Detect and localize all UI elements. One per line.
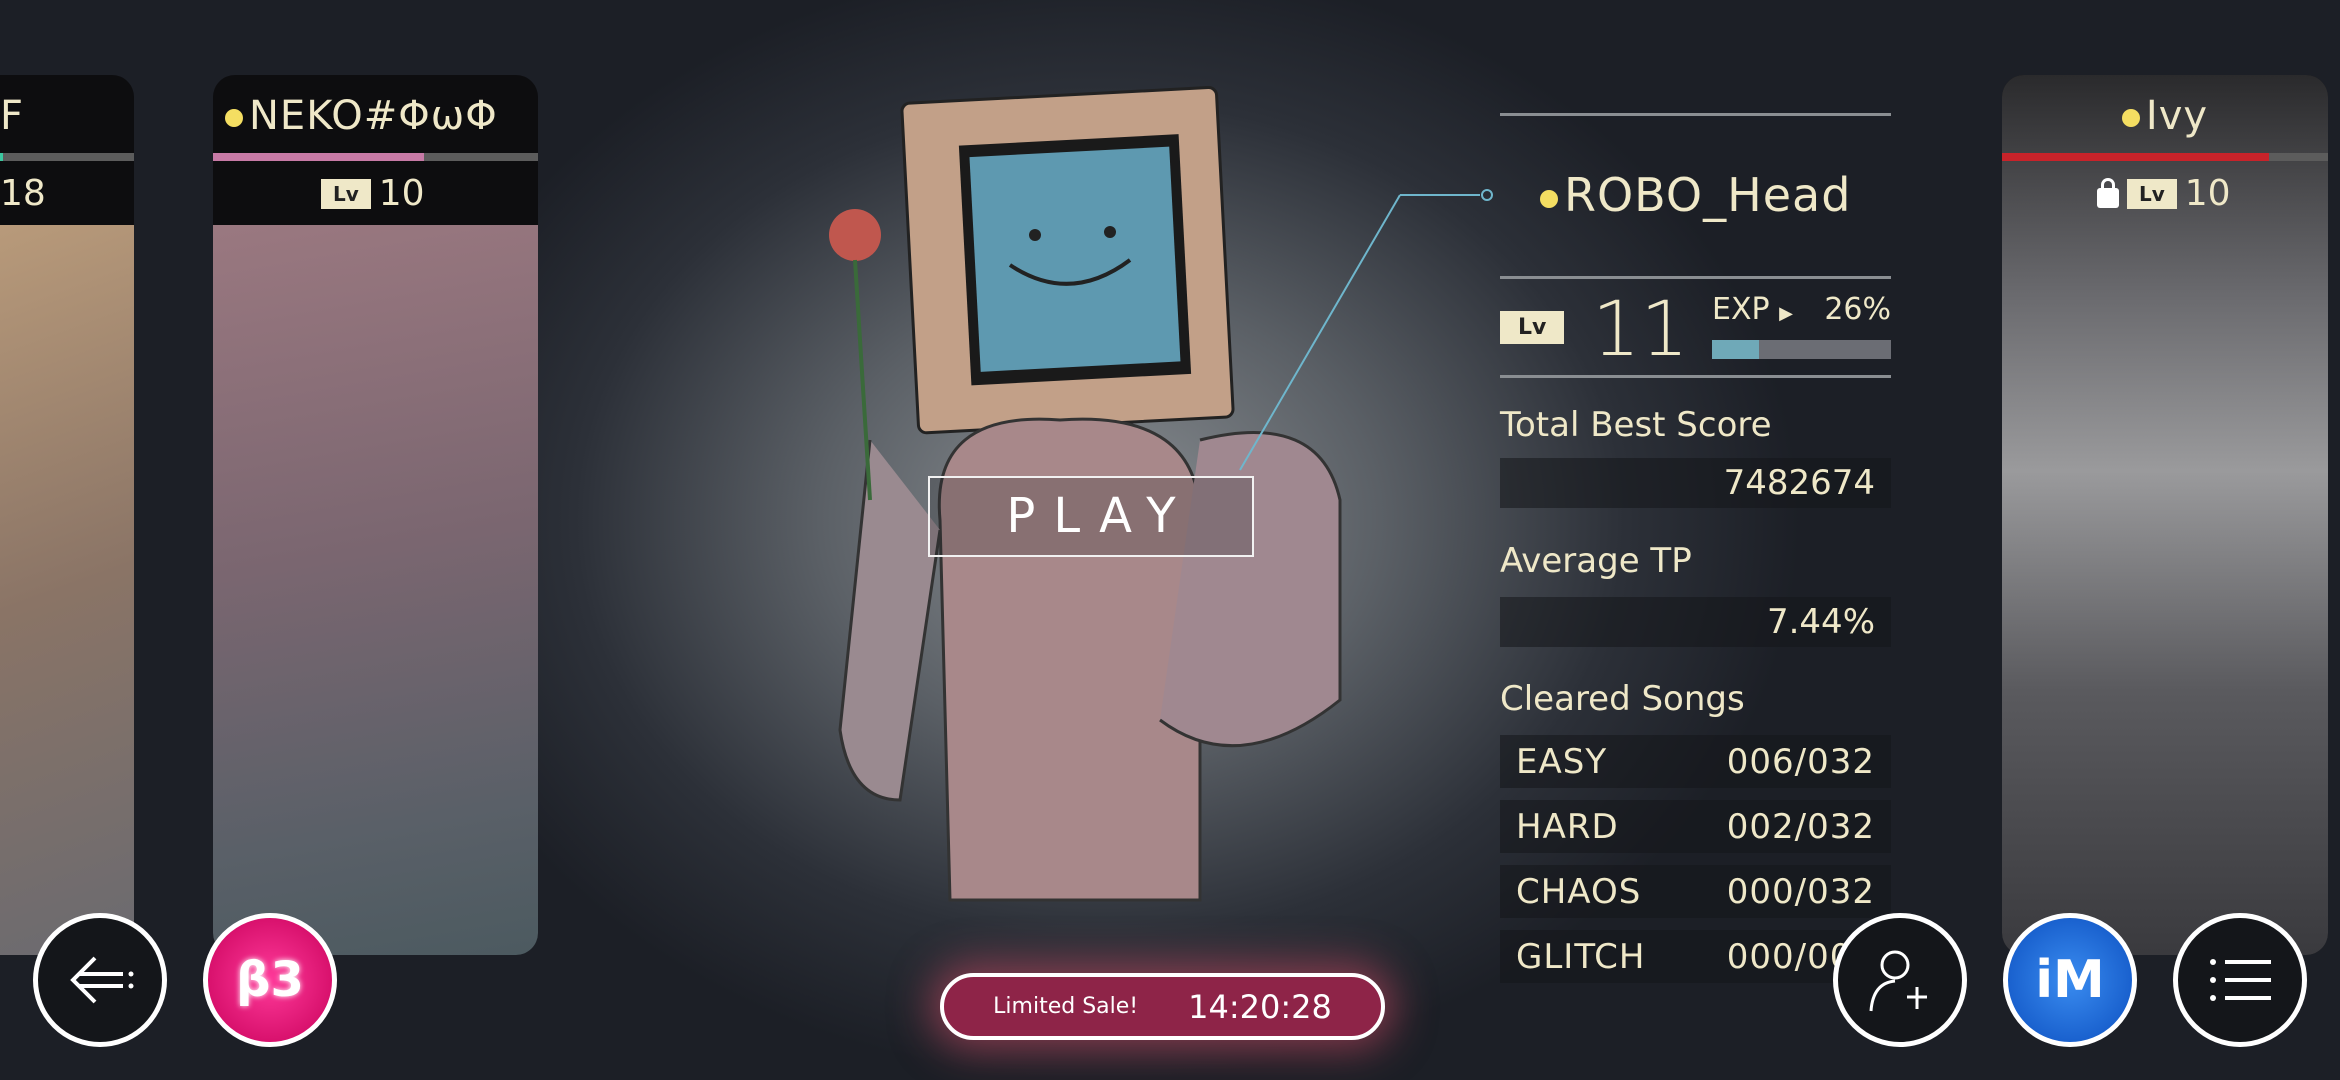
lv-tag: Lv (1500, 311, 1565, 344)
sale-label: Limited Sale! (993, 994, 1139, 1019)
online-dot (2121, 109, 2140, 127)
im-logo-icon: iM (2035, 950, 2105, 1010)
average-tp-label: Average TP (1500, 541, 1692, 581)
total-best-score-label: Total Best Score (1500, 405, 1772, 445)
cleared-count: 002/032 (1726, 806, 1875, 847)
character-card-neko[interactable]: NEKO#ΦωΦ Lv 10 (213, 75, 538, 955)
card-progress-bar (0, 153, 134, 161)
lock-icon (2097, 177, 2119, 208)
cleared-row-chaos: CHAOS 000/032 (1500, 865, 1891, 918)
menu-icon (2210, 959, 2271, 1001)
card-level: 18 (0, 173, 46, 214)
difficulty-label: GLITCH (1516, 936, 1646, 977)
difficulty-label: EASY (1516, 741, 1608, 782)
exp-percent: 26% (1824, 292, 1891, 327)
divider (1500, 113, 1891, 116)
back-button[interactable] (33, 913, 167, 1047)
card-level: 10 (2184, 173, 2231, 214)
play-button[interactable]: PLAY (928, 476, 1254, 557)
player-level: 11 (1592, 284, 1689, 373)
character-art (0, 225, 134, 955)
cleared-count: 006/032 (1726, 741, 1875, 782)
b3-logo-icon: β3 (236, 952, 304, 1008)
card-name: NEKO#ΦωΦ (249, 93, 498, 139)
back-icon (70, 956, 134, 1004)
character-card-f[interactable]: F 18 (0, 75, 134, 955)
divider (1500, 375, 1891, 378)
divider (1500, 276, 1891, 279)
lv-tag: Lv (321, 178, 371, 209)
b3-button[interactable]: β3 (203, 913, 337, 1047)
difficulty-label: CHAOS (1516, 871, 1642, 912)
total-best-score-value: 7482674 (1500, 458, 1891, 508)
online-dot (1540, 189, 1558, 208)
card-progress-bar (2002, 153, 2328, 161)
im-button[interactable]: iM (2003, 913, 2137, 1047)
card-name: F (0, 93, 25, 139)
add-friend-icon (1869, 950, 1927, 1012)
card-level: 10 (378, 173, 425, 214)
exp-arrow-icon: ▶ (1779, 303, 1793, 324)
difficulty-label: HARD (1516, 806, 1619, 847)
player-name: ROBO_Head (1564, 168, 1852, 222)
card-progress-bar (213, 153, 538, 161)
online-dot (225, 109, 243, 127)
add-friend-button[interactable] (1833, 913, 1967, 1047)
cleared-count: 000/032 (1726, 871, 1875, 912)
limited-sale-button[interactable]: Limited Sale! 14:20:28 (940, 973, 1385, 1040)
average-tp-value: 7.44% (1500, 597, 1891, 647)
lv-tag: Lv (2127, 178, 2177, 209)
character-art (213, 225, 538, 955)
menu-button[interactable] (2173, 913, 2307, 1047)
cleared-row-hard: HARD 002/032 (1500, 800, 1891, 853)
cleared-songs-label: Cleared Songs (1500, 679, 1745, 719)
exp-bar (1712, 340, 1891, 359)
character-card-ivy[interactable]: Ivy Lv 10 (2002, 75, 2328, 955)
sale-timer: 14:20:28 (1188, 987, 1332, 1026)
cleared-row-easy: EASY 006/032 (1500, 735, 1891, 788)
exp-label: EXP (1712, 292, 1770, 327)
card-name: Ivy (2145, 93, 2209, 139)
